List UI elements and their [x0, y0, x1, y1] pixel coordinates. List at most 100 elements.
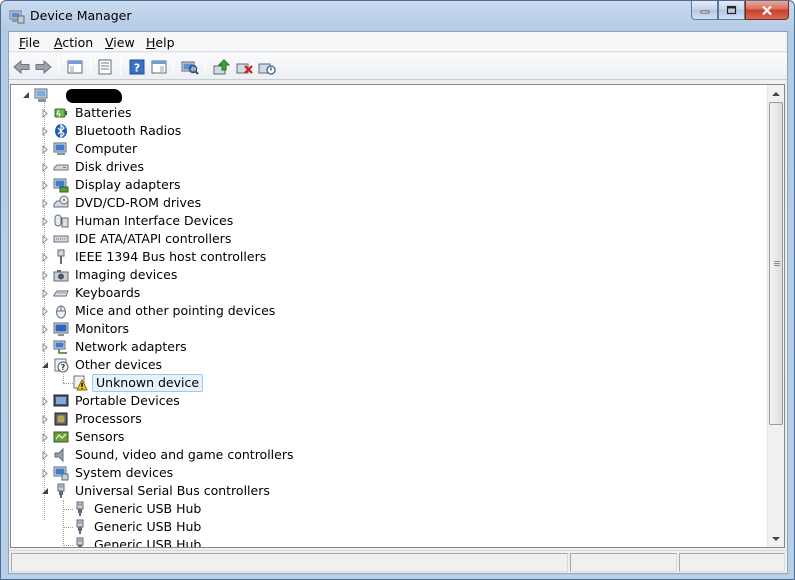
tree-category-label: Display adapters: [75, 177, 181, 192]
menu-help[interactable]: Help: [146, 35, 175, 50]
menu-view-label: iew: [113, 35, 135, 50]
tree-category-portable-devices[interactable]: Portable Devices: [40, 392, 182, 410]
vertical-scrollbar[interactable]: [767, 85, 784, 547]
down-arrow-icon: [772, 536, 780, 541]
expand-arrow-icon[interactable]: [40, 198, 49, 208]
tree-category-disk-drives[interactable]: Disk drives: [40, 158, 146, 176]
bluetooth-icon: [53, 123, 69, 139]
tree-category-human-interface-devices[interactable]: Human Interface Devices: [40, 212, 235, 230]
status-cell-main: [11, 553, 568, 572]
tree-category-monitors[interactable]: Monitors: [40, 320, 131, 338]
tree-category-dvd-cd-rom-drives[interactable]: DVD/CD-ROM drives: [40, 194, 203, 212]
expand-arrow-icon[interactable]: [40, 414, 49, 424]
maximize-button[interactable]: [718, 1, 745, 20]
expand-arrow-icon[interactable]: [40, 162, 49, 172]
expand-arrow-icon[interactable]: [40, 144, 49, 154]
tree-category-label: Batteries: [75, 105, 132, 120]
tree-device-item[interactable]: Unknown device: [72, 374, 204, 392]
tree-category-ieee-1394-bus-host-controllers[interactable]: IEEE 1394 Bus host controllers: [40, 248, 268, 266]
device-tree[interactable]: Batteries Bluetooth Radios Computer Disk dr…: [10, 84, 785, 548]
expand-arrow-icon[interactable]: [40, 450, 49, 460]
scroll-down-button[interactable]: [768, 530, 784, 547]
disk-drive-icon: [53, 159, 69, 175]
properties-button[interactable]: [95, 57, 115, 76]
expand-arrow-icon[interactable]: [40, 108, 49, 118]
menu-view[interactable]: View: [105, 35, 135, 50]
show-hide-console-tree-button[interactable]: [65, 57, 85, 76]
menu-bar: File Action View Help: [9, 32, 787, 52]
collapse-arrow-icon[interactable]: [21, 91, 30, 100]
action-pane-button[interactable]: [149, 57, 169, 76]
tree-category-label: Processors: [75, 411, 142, 426]
expand-arrow-icon[interactable]: [40, 396, 49, 406]
disable-button[interactable]: [257, 57, 277, 76]
show-hide-console-tree-icon: [67, 60, 83, 73]
minimize-button[interactable]: [691, 1, 718, 20]
tree-category-bluetooth-radios[interactable]: Bluetooth Radios: [40, 122, 183, 140]
back-button[interactable]: [12, 57, 32, 76]
tree-root[interactable]: [21, 86, 58, 104]
menu-file[interactable]: File: [19, 35, 40, 50]
expand-arrow-icon[interactable]: [40, 234, 49, 244]
display-adapter-icon: [53, 177, 69, 193]
tree-category-ide-ata-atapi-controllers[interactable]: IDE ATA/ATAPI controllers: [40, 230, 233, 248]
grip-icon: [774, 261, 780, 267]
uninstall-button[interactable]: [235, 57, 255, 76]
disable-icon: [258, 63, 276, 75]
expand-arrow-icon[interactable]: [40, 432, 49, 442]
tree-category-imaging-devices[interactable]: Imaging devices: [40, 266, 179, 284]
expand-arrow-icon[interactable]: [40, 216, 49, 226]
tree-category-network-adapters[interactable]: Network adapters: [40, 338, 189, 356]
expand-arrow-icon[interactable]: [40, 342, 49, 352]
menu-action[interactable]: Action: [54, 35, 93, 50]
tree-category-label: Disk drives: [75, 159, 144, 174]
help-icon: ?: [129, 59, 145, 74]
update-driver-button[interactable]: [212, 57, 232, 76]
tree-category-mice-and-other-pointing-devices[interactable]: Mice and other pointing devices: [40, 302, 277, 320]
expand-arrow-icon[interactable]: [40, 180, 49, 190]
tree-category-processors[interactable]: Processors: [40, 410, 144, 428]
monitor-icon: [53, 321, 69, 337]
collapse-arrow-icon[interactable]: [40, 487, 49, 496]
expand-arrow-icon[interactable]: [40, 324, 49, 334]
close-button[interactable]: [745, 1, 789, 20]
tree-line: [63, 374, 64, 383]
tree-category-sound-video-and-game-controllers[interactable]: Sound, video and game controllers: [40, 446, 296, 464]
tree-device-label: Generic USB Hub: [94, 537, 202, 548]
warning-device-icon: [72, 375, 88, 391]
forward-button[interactable]: [33, 57, 53, 76]
tree-category-other-devices[interactable]: ? Other devices: [40, 356, 164, 374]
expand-arrow-icon[interactable]: [40, 252, 49, 262]
tree-category-keyboards[interactable]: Keyboards: [40, 284, 142, 302]
scan-hardware-icon: [181, 61, 199, 75]
expand-arrow-icon[interactable]: [40, 270, 49, 280]
up-arrow-icon: [772, 91, 780, 96]
scan-hardware-button[interactable]: [180, 57, 200, 76]
expand-arrow-icon[interactable]: [40, 126, 49, 136]
tree-category-label: Portable Devices: [75, 393, 180, 408]
tree-category-system-devices[interactable]: System devices: [40, 464, 175, 482]
expand-arrow-icon[interactable]: [40, 306, 49, 316]
tree-category-batteries[interactable]: Batteries: [40, 104, 134, 122]
tree-device-item[interactable]: Generic USB Hub: [72, 536, 203, 548]
sensor-icon: [53, 429, 69, 445]
expand-arrow-icon[interactable]: [40, 468, 49, 478]
scrollbar-thumb[interactable]: [769, 102, 783, 425]
tree-category-label: Other devices: [75, 357, 163, 372]
tree-category-computer[interactable]: Computer: [40, 140, 139, 158]
speaker-icon: [53, 447, 69, 463]
tree-category-universal-serial-bus-controllers[interactable]: Universal Serial Bus controllers: [40, 482, 272, 500]
expand-arrow-icon[interactable]: [40, 288, 49, 298]
toolbar-separator: [90, 58, 91, 75]
title-bar[interactable]: Device Manager: [1, 1, 794, 31]
hid-icon: [53, 213, 69, 229]
tree-device-item[interactable]: Generic USB Hub: [72, 518, 203, 536]
tree-category-sensors[interactable]: Sensors: [40, 428, 126, 446]
tree-category-label: Network adapters: [75, 339, 187, 354]
collapse-arrow-icon[interactable]: [40, 361, 49, 370]
scroll-up-button[interactable]: [768, 85, 784, 102]
tree-category-display-adapters[interactable]: Display adapters: [40, 176, 182, 194]
help-button[interactable]: ?: [127, 57, 147, 76]
tree-device-item[interactable]: Generic USB Hub: [72, 500, 203, 518]
tree-category-label: Bluetooth Radios: [75, 123, 182, 138]
